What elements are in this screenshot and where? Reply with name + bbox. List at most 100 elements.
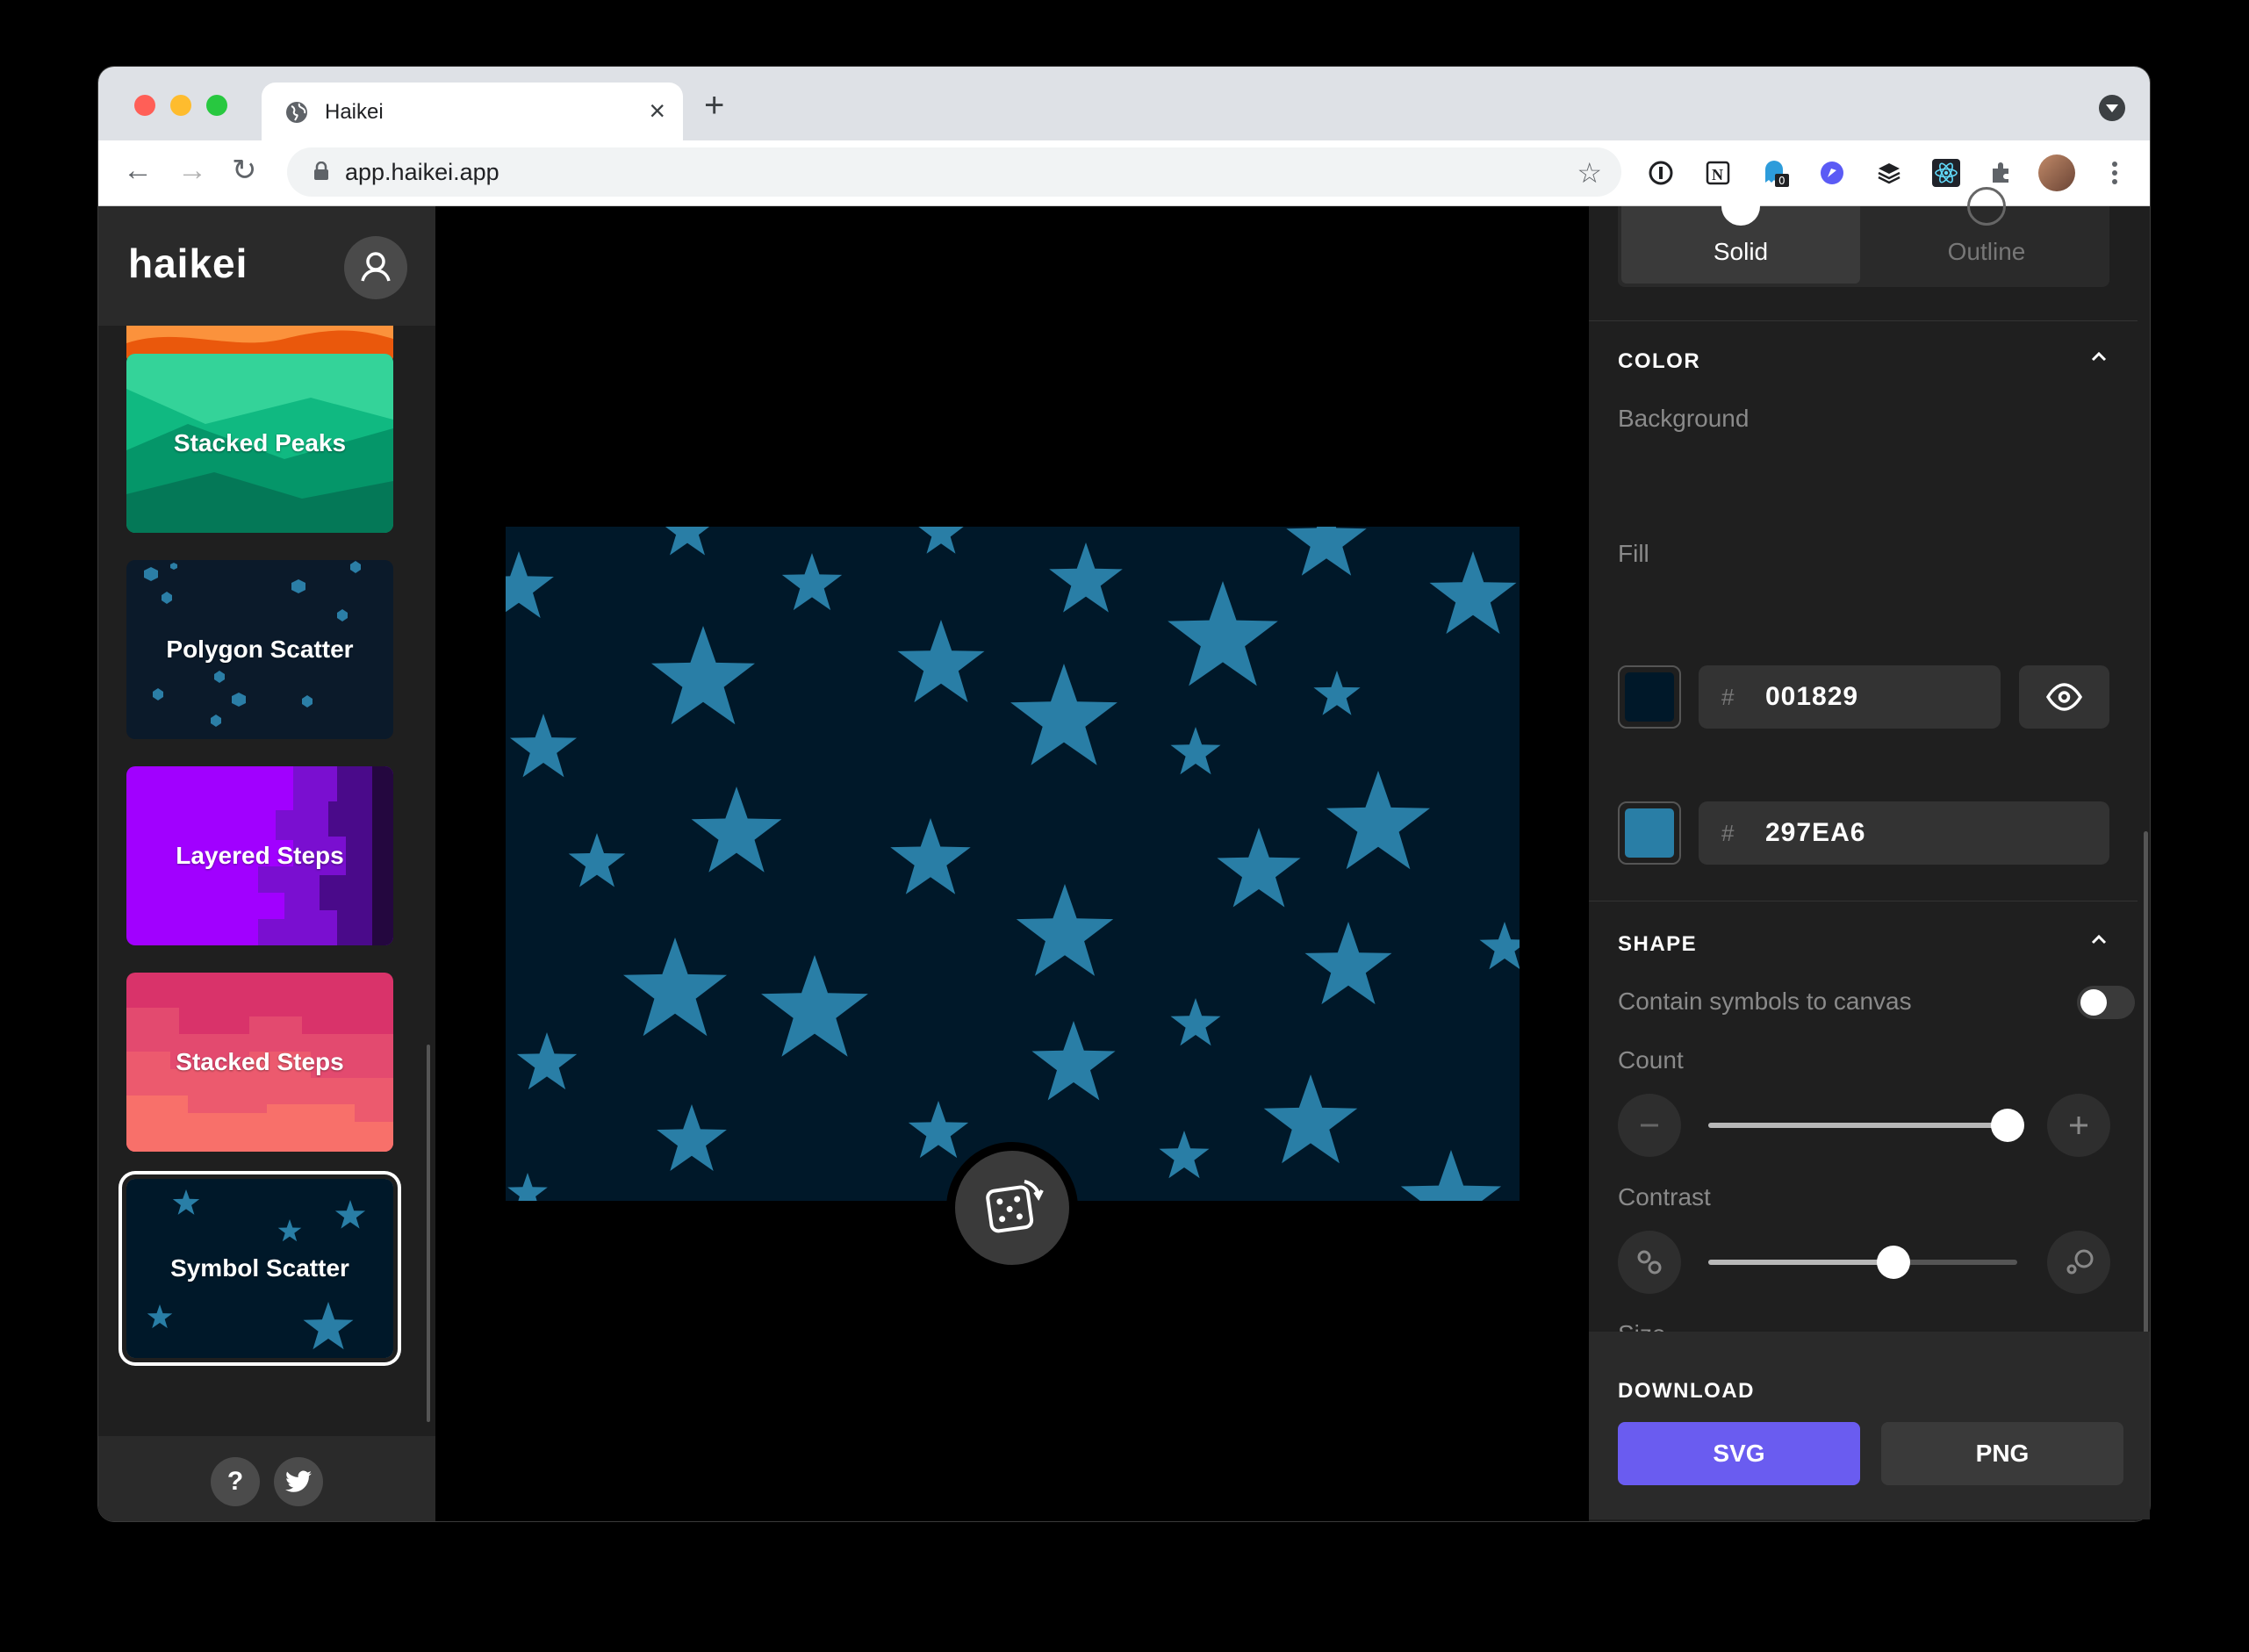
forward-arrow-icon[interactable]: → xyxy=(177,153,207,188)
card-label: Polygon Scatter xyxy=(166,636,354,663)
color-section-title: COLOR xyxy=(1618,349,1701,373)
help-button[interactable]: ? xyxy=(211,1457,260,1506)
star-shape xyxy=(1010,664,1117,765)
browser-toolbar: ← → ↻ app.haikei.app ☆ N 0 xyxy=(98,140,2150,206)
close-tab-icon[interactable]: × xyxy=(649,95,665,126)
style-segmented-control: Solid Outline xyxy=(1618,187,2109,287)
star-shape xyxy=(665,527,710,556)
contain-symbols-label: Contain symbols to canvas xyxy=(1618,988,1912,1015)
randomize-button[interactable] xyxy=(946,1142,1078,1274)
password-manager-icon[interactable] xyxy=(1646,158,1676,188)
haikei-app: haikei Stacked Peaks Polygon Scatter Lay… xyxy=(98,187,2150,1521)
eye-icon xyxy=(2045,683,2083,711)
settings-panel: Solid Outline COLOR Background # 001829 xyxy=(1589,187,2150,1521)
star-shape xyxy=(691,786,782,873)
layers-extension-icon[interactable] xyxy=(1874,158,1904,188)
star-shape xyxy=(1286,527,1367,576)
new-tab-button[interactable]: + xyxy=(704,88,724,123)
count-label: Count xyxy=(1618,1046,1684,1074)
address-bar[interactable]: app.haikei.app ☆ xyxy=(287,147,1621,197)
star-shape xyxy=(1016,884,1114,976)
hash-symbol: # xyxy=(1721,684,1735,710)
star-shape xyxy=(890,818,971,894)
contain-symbols-toggle[interactable] xyxy=(2077,986,2135,1019)
background-color-swatch[interactable] xyxy=(1618,665,1681,729)
twitter-button[interactable] xyxy=(274,1457,323,1506)
style-option-outline[interactable]: Outline xyxy=(1867,187,2106,284)
star-shape xyxy=(1326,771,1430,870)
user-account-button[interactable] xyxy=(344,236,407,299)
count-slider-thumb[interactable] xyxy=(1991,1109,2025,1142)
contrast-slider-thumb[interactable] xyxy=(1877,1246,1911,1279)
outline-icon xyxy=(1967,187,2006,226)
star-shape xyxy=(1170,998,1221,1046)
star-shape xyxy=(651,626,755,725)
background-label: Background xyxy=(1618,405,1750,432)
count-decrease-button[interactable] xyxy=(1618,1094,1681,1157)
extensions-puzzle-icon[interactable] xyxy=(1986,158,2015,188)
count-slider[interactable] xyxy=(1708,1109,2025,1142)
generator-card-polygon-scatter[interactable]: Polygon Scatter xyxy=(126,560,393,739)
ghost-extension-icon[interactable]: 0 xyxy=(1760,158,1790,188)
profile-avatar[interactable] xyxy=(2038,154,2075,191)
download-title: DOWNLOAD xyxy=(1618,1379,1755,1403)
svg-button-label: SVG xyxy=(1713,1440,1765,1467)
sidebar-scrollbar[interactable] xyxy=(427,1045,430,1422)
fill-hex-input[interactable]: # 297EA6 xyxy=(1699,801,2109,865)
star-shape xyxy=(761,955,868,1057)
star-shape xyxy=(1168,581,1278,686)
chevron-up-icon[interactable] xyxy=(2089,930,2109,949)
minus-icon xyxy=(1641,1124,1658,1127)
tab-search-button[interactable] xyxy=(2099,95,2125,121)
sidebar-header: haikei xyxy=(98,206,435,326)
star-shape xyxy=(1429,551,1517,635)
more-menu-icon[interactable] xyxy=(2100,158,2130,188)
sidebar-footer: ? xyxy=(98,1436,435,1521)
star-shape xyxy=(1313,671,1361,715)
generator-card-symbol-scatter[interactable]: Symbol Scatter xyxy=(126,1179,393,1358)
background-visibility-toggle[interactable] xyxy=(2019,665,2109,729)
star-shape xyxy=(1159,1131,1210,1179)
back-arrow-icon[interactable]: ← xyxy=(123,153,153,188)
fill-color-preview xyxy=(1625,808,1674,858)
minimize-window-button[interactable] xyxy=(170,95,191,116)
background-hex-input[interactable]: # 001829 xyxy=(1699,665,2001,729)
contrast-low-button[interactable] xyxy=(1618,1231,1681,1294)
contrast-high-icon xyxy=(2066,1249,2094,1275)
star-shape xyxy=(1170,727,1221,775)
generator-card-layered-steps[interactable]: Layered Steps xyxy=(126,766,393,945)
count-increase-button[interactable] xyxy=(2047,1094,2110,1157)
maximize-window-button[interactable] xyxy=(206,95,227,116)
browser-tab[interactable]: Haikei × xyxy=(262,83,683,140)
generator-list: Stacked Peaks Polygon Scatter Layered St… xyxy=(98,326,435,1436)
shape-section-title: SHAPE xyxy=(1618,932,1698,956)
tab-title: Haikei xyxy=(325,100,384,124)
notion-icon[interactable]: N xyxy=(1703,158,1733,188)
star-shape xyxy=(516,1032,578,1090)
help-icon: ? xyxy=(226,1467,244,1496)
style-option-solid[interactable]: Solid xyxy=(1621,187,1860,284)
contrast-low-icon xyxy=(1637,1250,1662,1275)
chevron-up-icon[interactable] xyxy=(2089,347,2109,366)
contrast-slider[interactable] xyxy=(1708,1246,2017,1279)
close-window-button[interactable] xyxy=(134,95,155,116)
reload-icon[interactable]: ↻ xyxy=(232,153,257,188)
card-label: Symbol Scatter xyxy=(170,1254,349,1282)
contrast-high-button[interactable] xyxy=(2047,1231,2110,1294)
download-svg-button[interactable]: SVG xyxy=(1618,1422,1860,1485)
fill-color-swatch[interactable] xyxy=(1618,801,1681,865)
generator-card-stacked-peaks[interactable]: Stacked Peaks xyxy=(126,354,393,533)
contrast-label: Contrast xyxy=(1618,1183,1711,1210)
solid-icon xyxy=(1721,187,1760,226)
generator-card-stacked-steps[interactable]: Stacked Steps xyxy=(126,973,393,1152)
dice-icon xyxy=(986,1180,1044,1233)
react-devtools-icon[interactable] xyxy=(1931,158,1961,188)
plus-icon xyxy=(2070,1117,2087,1134)
download-section: DOWNLOAD SVG PNG xyxy=(1589,1332,2150,1519)
bookmark-star-icon[interactable]: ☆ xyxy=(1577,156,1602,190)
star-shape xyxy=(1217,828,1301,908)
compass-extension-icon[interactable] xyxy=(1817,158,1847,188)
download-png-button[interactable]: PNG xyxy=(1881,1422,2123,1485)
lock-icon xyxy=(314,162,328,180)
style-option-label: Solid xyxy=(1713,238,1769,265)
